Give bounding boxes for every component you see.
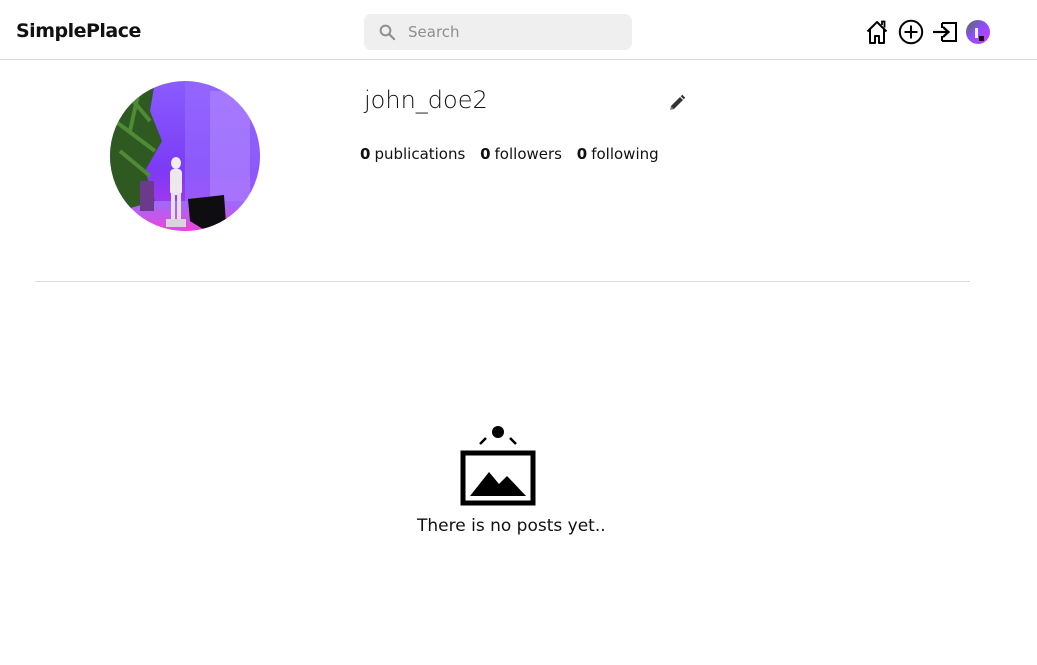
stat-label: following [591, 145, 659, 163]
search-icon [379, 24, 396, 41]
empty-posts-message: There is no posts yet.. [417, 516, 606, 536]
stat-count: 0 [480, 145, 491, 163]
user-avatar[interactable] [966, 20, 990, 44]
profile-username: john_doe2 [364, 86, 488, 114]
stat-following[interactable]: 0 following [577, 145, 659, 163]
top-navbar: SimplePlace [0, 0, 1037, 60]
search-input[interactable] [408, 14, 618, 50]
avatar-image [966, 20, 990, 44]
profile-avatar-image [110, 81, 260, 231]
search-box[interactable] [364, 14, 632, 50]
profile-stats: 0 publications 0 followers 0 following [360, 145, 669, 163]
stat-count: 0 [576, 145, 588, 163]
add-circle-icon[interactable] [898, 19, 924, 45]
section-divider [35, 281, 970, 282]
stat-count: 0 [360, 145, 371, 163]
stat-followers[interactable]: 0 followers [480, 145, 562, 163]
edit-pencil-icon[interactable] [668, 94, 686, 112]
image-frame-icon [460, 426, 536, 506]
profile-avatar[interactable] [110, 81, 260, 231]
app-logo[interactable]: SimplePlace [16, 20, 141, 42]
stat-label: followers [494, 145, 562, 163]
logout-icon[interactable] [932, 21, 958, 43]
stat-label: publications [374, 145, 466, 163]
home-icon[interactable] [865, 19, 889, 45]
stat-publications[interactable]: 0 publications [360, 145, 465, 163]
